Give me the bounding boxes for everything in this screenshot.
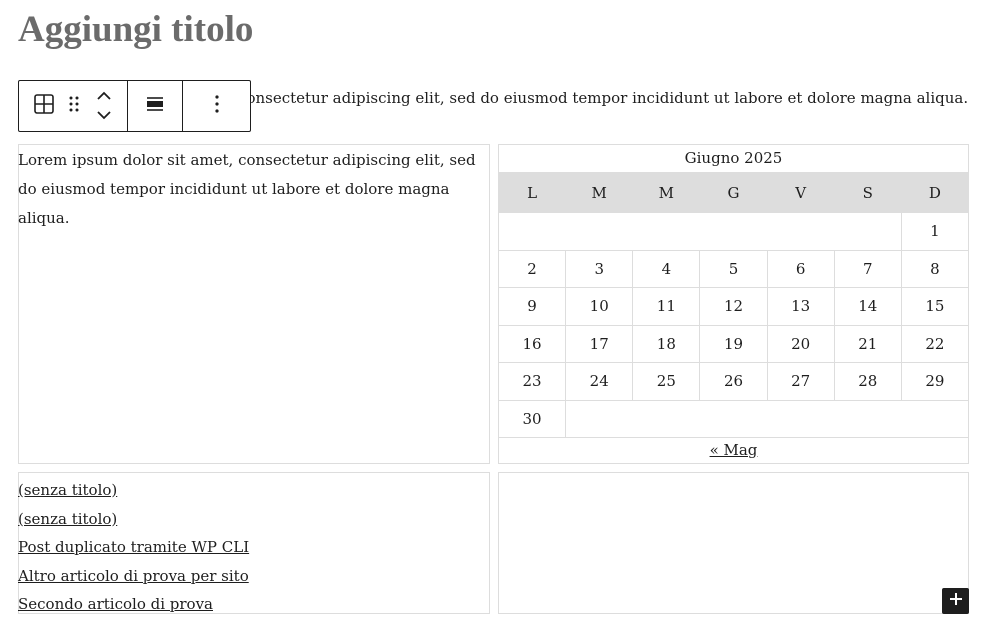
calendar-day: 26 [699, 362, 768, 401]
post-link[interactable]: Post duplicato tramite WP CLI [18, 538, 249, 556]
move-buttons [89, 81, 119, 131]
weekday-header: D [900, 172, 970, 213]
calendar-nav: « Mag [498, 438, 969, 462]
calendar-padding [498, 212, 902, 251]
latest-posts-list: (senza titolo) (senza titolo) Post dupli… [18, 476, 249, 619]
table-icon [33, 93, 55, 119]
calendar-day: 30 [497, 399, 567, 438]
toolbar-group-block [19, 81, 128, 131]
calendar-day: 2 [497, 249, 567, 288]
calendar-week-row: 16 17 18 19 20 21 22 [497, 324, 970, 363]
calendar-week-row: 23 24 25 26 27 28 29 [497, 362, 970, 401]
more-options-button[interactable] [199, 81, 235, 131]
weekday-header: L [497, 172, 567, 213]
calendar-day: 22 [900, 324, 970, 363]
calendar-day: 4 [632, 249, 701, 288]
calendar-day: 12 [699, 287, 768, 326]
calendar-week-row: 1 [498, 212, 970, 251]
add-block-button[interactable] [942, 588, 969, 614]
calendar-week-row: 2 3 4 5 6 7 8 [497, 249, 970, 288]
calendar-prev-link[interactable]: « Mag [710, 441, 758, 459]
column-paragraph[interactable]: Lorem ipsum dolor sit amet, consectetur … [18, 146, 488, 233]
post-link[interactable]: Secondo articolo di prova [18, 595, 213, 613]
toolbar-group-more [183, 81, 250, 131]
post-link[interactable]: (senza titolo) [18, 481, 117, 499]
calendar-day: 17 [565, 324, 634, 363]
calendar-day: 8 [900, 249, 970, 288]
calendar-day: 3 [565, 249, 634, 288]
post-link[interactable]: (senza titolo) [18, 510, 117, 528]
calendar-day: 9 [497, 287, 567, 326]
calendar-day: 29 [900, 362, 970, 401]
align-icon [145, 94, 165, 118]
calendar-day: 28 [833, 362, 902, 401]
post-link[interactable]: Altro articolo di prova per sito [18, 567, 249, 585]
post-title[interactable]: Aggiungi titolo [18, 8, 253, 52]
calendar-day: 6 [766, 249, 835, 288]
calendar-day: 18 [632, 324, 701, 363]
weekday-header: S [833, 172, 902, 213]
list-item: Altro articolo di prova per sito [18, 562, 249, 591]
calendar-day: 25 [632, 362, 701, 401]
column-empty-block[interactable] [498, 472, 969, 614]
drag-handle-icon [68, 94, 80, 118]
weekday-header: M [632, 172, 701, 213]
calendar-day: 1 [900, 212, 970, 251]
calendar-day: 16 [497, 324, 567, 363]
list-item: (senza titolo) [18, 476, 249, 505]
calendar-day: 21 [833, 324, 902, 363]
list-item: Secondo articolo di prova [18, 590, 249, 619]
list-item: Post duplicato tramite WP CLI [18, 533, 249, 562]
block-type-button[interactable] [29, 81, 59, 131]
drag-handle[interactable] [59, 81, 89, 131]
more-options-icon [214, 94, 220, 118]
calendar-day: 20 [766, 324, 835, 363]
calendar-day: 13 [766, 287, 835, 326]
calendar-day: 7 [833, 249, 902, 288]
weekday-header: V [766, 172, 835, 213]
calendar-day: 14 [833, 287, 902, 326]
calendar-day: 11 [632, 287, 701, 326]
calendar-weekday-row: L M M G V S D [497, 172, 970, 213]
calendar-day: 23 [497, 362, 567, 401]
weekday-header: G [699, 172, 768, 213]
toolbar-group-align [128, 81, 183, 131]
calendar-day: 27 [766, 362, 835, 401]
weekday-header: M [565, 172, 634, 213]
move-up-icon[interactable] [96, 87, 112, 106]
calendar-week-row: 30 [497, 399, 969, 438]
calendar-day: 5 [699, 249, 768, 288]
list-item: (senza titolo) [18, 505, 249, 534]
calendar-padding [565, 399, 969, 438]
calendar-day: 15 [900, 287, 970, 326]
block-toolbar [18, 80, 251, 132]
move-down-icon[interactable] [96, 106, 112, 125]
calendar-day: 10 [565, 287, 634, 326]
calendar-caption: Giugno 2025 [684, 149, 783, 167]
align-button[interactable] [137, 81, 173, 131]
calendar-day: 24 [565, 362, 634, 401]
calendar-day: 19 [699, 324, 768, 363]
plus-icon [948, 591, 964, 611]
calendar-table: L M M G V S D 1 2 3 4 5 6 7 8 9 10 11 12… [497, 172, 970, 438]
calendar-week-row: 9 10 11 12 13 14 15 [497, 287, 970, 326]
